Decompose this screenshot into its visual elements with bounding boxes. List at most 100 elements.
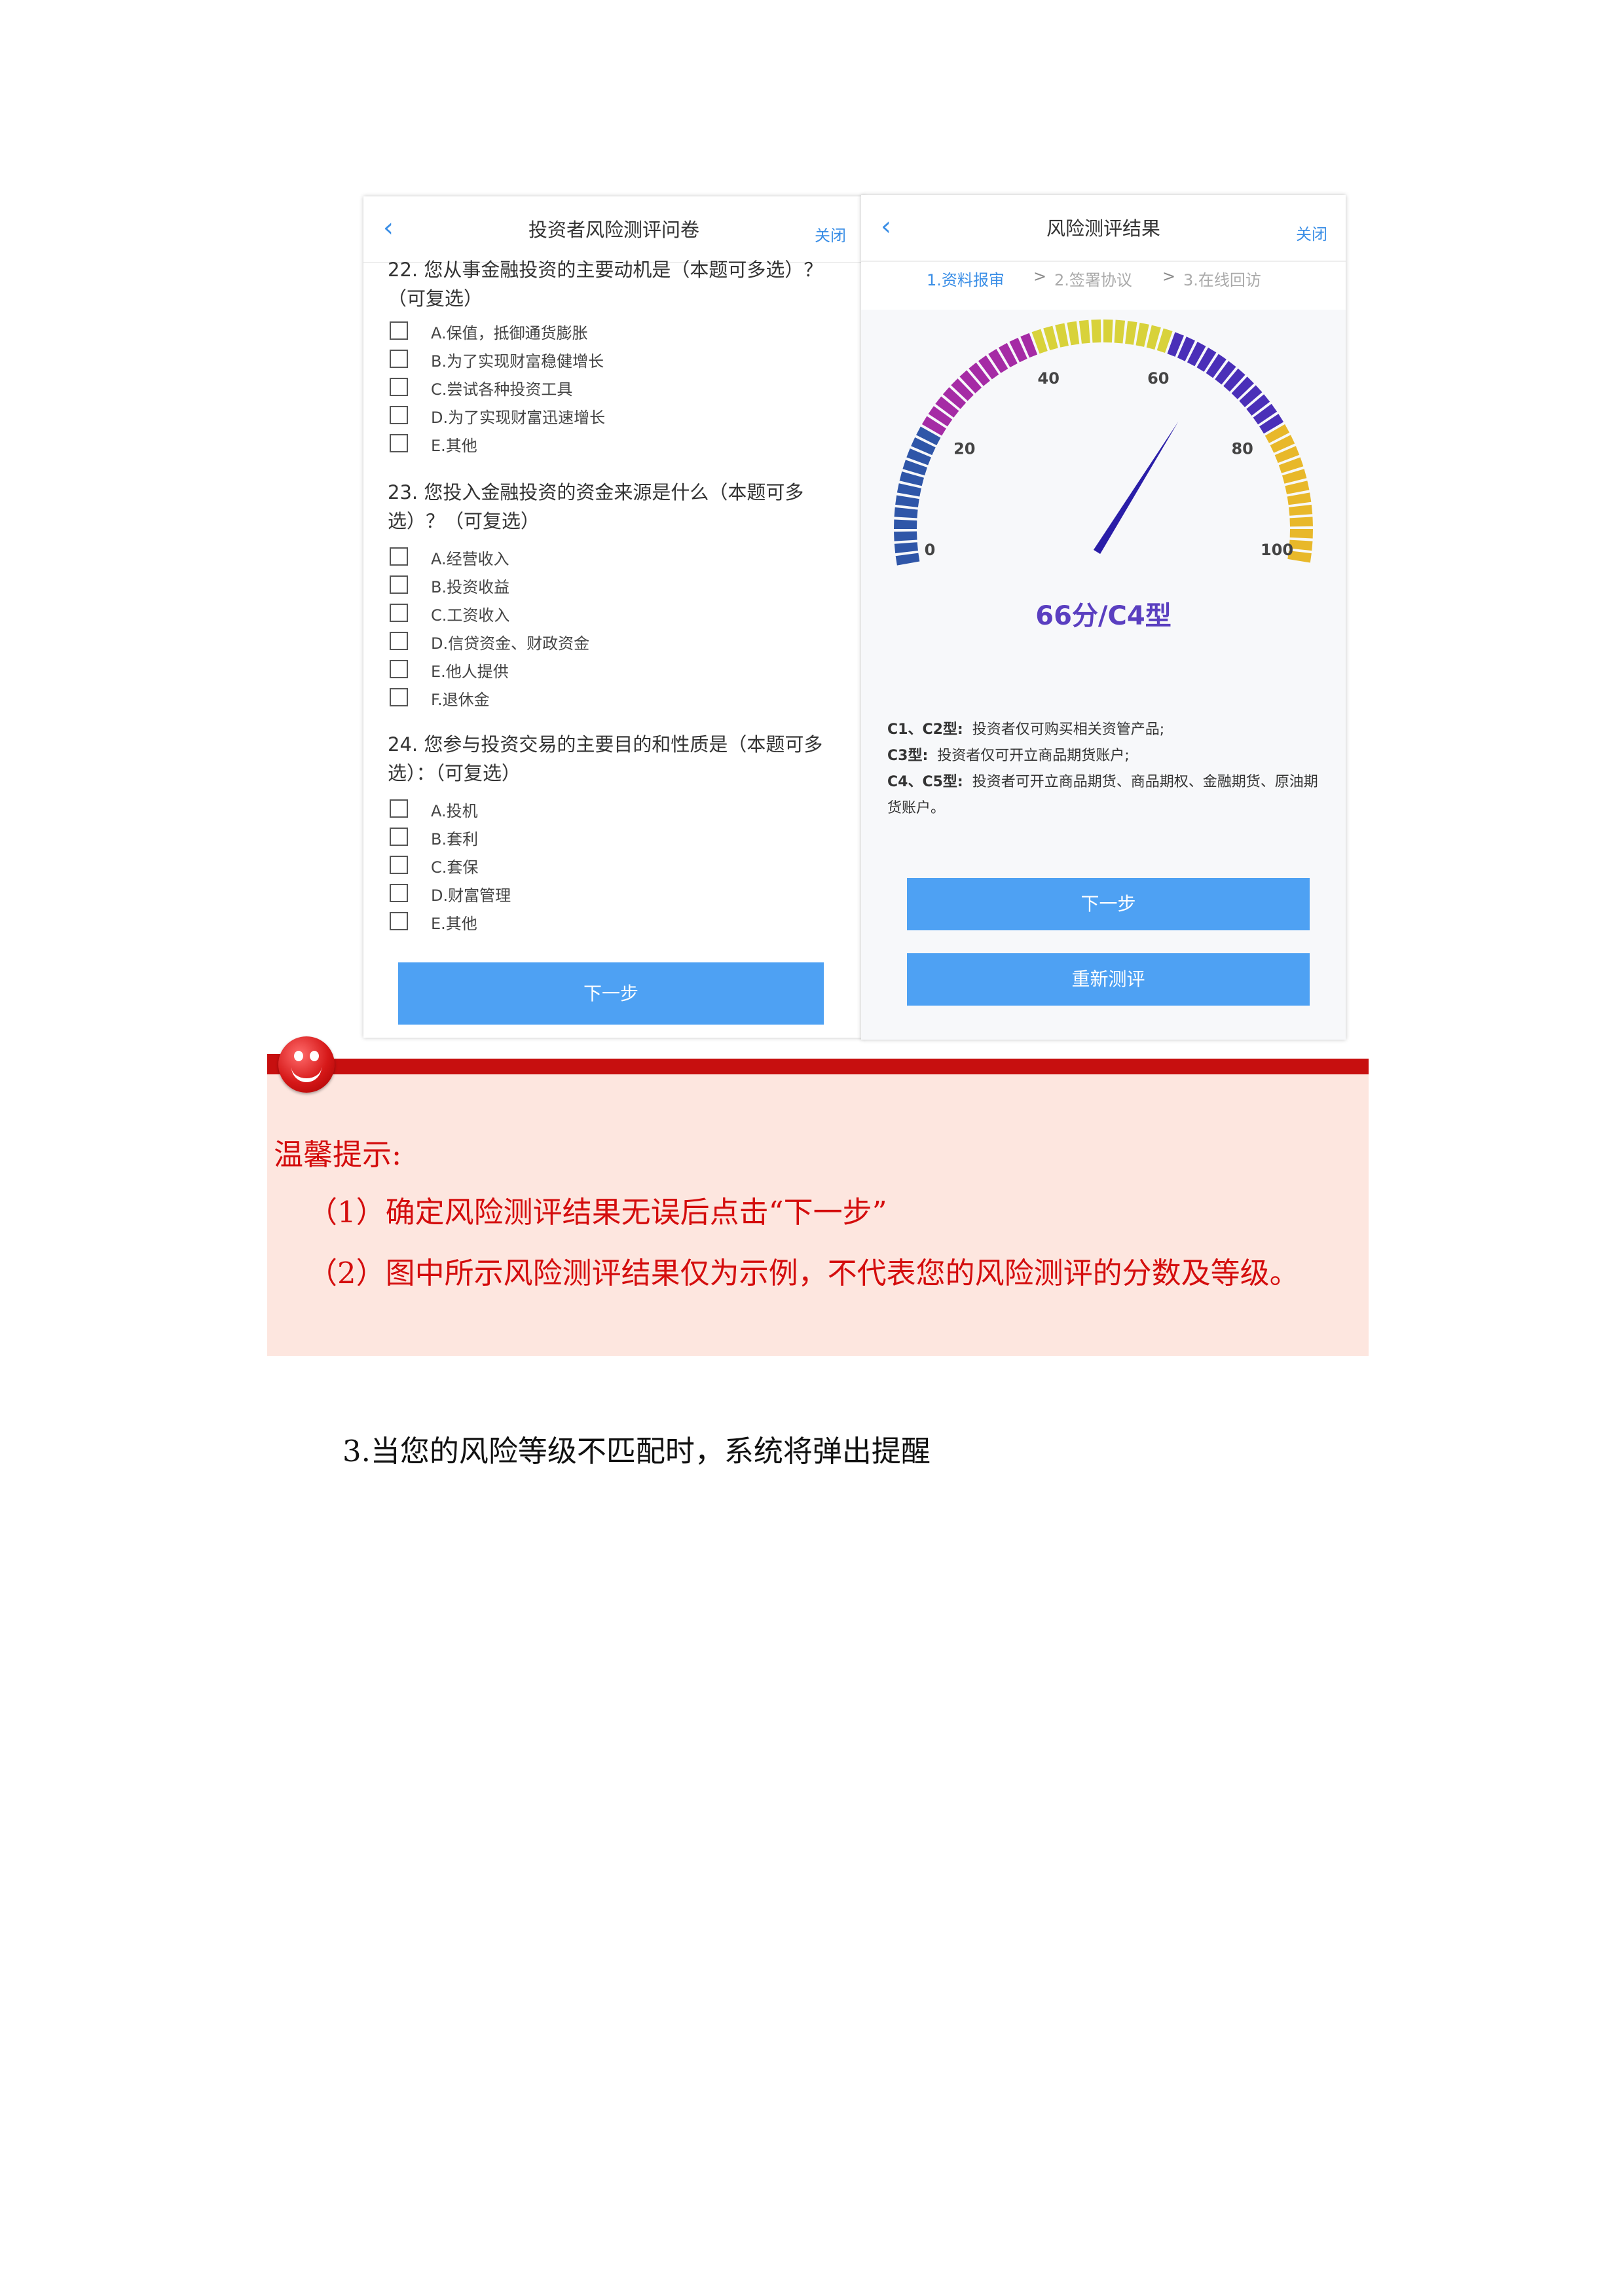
option-label: A.保值，抵御通货膨胀 (431, 324, 588, 342)
close-button[interactable]: 关闭 (1296, 221, 1327, 244)
smiley-eye (310, 1051, 319, 1061)
option-checkbox[interactable]: A.经营收入 (390, 543, 802, 572)
gauge-segment (1114, 319, 1126, 344)
option-label: D.信贷资金、财政资金 (431, 634, 590, 653)
gauge-segment (1067, 321, 1080, 346)
smiley-eye (294, 1051, 303, 1061)
level-desc-c3: C3型: 投资者仅可开立商品期货账户; (887, 743, 1326, 769)
nav-bar: ‹ 风险测评结果 关闭 (861, 195, 1346, 262)
checkbox-icon[interactable] (390, 856, 408, 874)
option-label: A.投机 (431, 802, 478, 820)
gauge-tick-label: 60 (1147, 369, 1169, 388)
level-label: C4、C5型: (887, 774, 963, 790)
tip-heading: 温馨提示: (274, 1137, 402, 1172)
step-arrow-icon: > (1033, 267, 1047, 285)
checkbox-icon[interactable] (390, 350, 408, 368)
step-1-active: 1.资料报审 (927, 271, 1005, 289)
gauge-segment (1055, 323, 1069, 348)
option-checkbox[interactable]: C.工资收入 (390, 600, 802, 628)
option-label: E.他人提供 (431, 663, 509, 681)
retest-button[interactable]: 重新测评 (907, 953, 1310, 1006)
gauge-segment (894, 531, 917, 541)
option-checkbox[interactable]: D.财富管理 (390, 880, 802, 908)
level-text: 投资者仅可开立商品期货账户; (937, 748, 1130, 764)
checkbox-icon[interactable] (390, 604, 408, 622)
gauge-segment (894, 507, 918, 519)
checkbox-icon[interactable] (390, 434, 408, 452)
option-checkbox[interactable]: E.其他 (390, 908, 802, 936)
progress-steps: 1.资料报审 > 2.签署协议 > 3.在线回访 (861, 261, 1346, 306)
gauge-segment (1103, 319, 1113, 343)
checkbox-icon[interactable] (390, 912, 408, 930)
next-step-button[interactable]: 下一步 (907, 878, 1310, 930)
step-arrow-icon: > (1162, 267, 1176, 285)
smiley-icon (278, 1036, 335, 1093)
gauge-needle (1093, 421, 1179, 555)
option-checkbox[interactable]: C.尝试各种投资工具 (390, 374, 802, 402)
level-label: C3型: (887, 748, 929, 764)
gauge-segment (894, 519, 917, 529)
checkbox-icon[interactable] (390, 799, 408, 818)
level-text: 投资者仅可购买相关资管产品; (972, 721, 1165, 738)
gauge-segment (1079, 319, 1090, 344)
option-checkbox[interactable]: F.退休金 (390, 684, 802, 712)
score-result: 66分/C4型 (1035, 601, 1172, 631)
option-checkbox[interactable]: B.为了实现财富稳健增长 (390, 346, 802, 374)
option-label: A.经营收入 (431, 550, 509, 568)
checkbox-icon[interactable] (390, 378, 408, 396)
option-checkbox[interactable]: B.投资收益 (390, 572, 802, 600)
option-checkbox[interactable]: C.套保 (390, 852, 802, 880)
gauge-segment (1125, 321, 1137, 345)
checkbox-icon[interactable] (390, 575, 408, 594)
questionnaire-screenshot: ‹ 投资者风险测评问卷 关闭 22. 您从事金融投资的主要动机是（本题可多选）？… (363, 196, 864, 1038)
option-label: B.为了实现财富稳健增长 (431, 352, 604, 371)
option-checkbox[interactable]: B.套利 (390, 824, 802, 852)
gauge-segment (895, 553, 920, 566)
question-24: 24. 您参与投资交易的主要目的和性质是（本题可多选）：（可复选） (388, 733, 823, 784)
checkbox-icon[interactable] (390, 406, 408, 424)
gauge-segment (894, 542, 918, 554)
option-label: C.套保 (431, 858, 479, 877)
gauge-tick-label: 40 (1038, 369, 1060, 388)
gauge-segment (1287, 492, 1312, 505)
option-label: B.投资收益 (431, 578, 510, 596)
option-label: F.退休金 (431, 691, 490, 709)
gauge-segment (1289, 504, 1313, 516)
option-checkbox[interactable]: A.保值，抵御通货膨胀 (390, 318, 802, 346)
checkbox-icon[interactable] (390, 828, 408, 846)
gauge-tick-label: 20 (953, 440, 975, 458)
gauge-segment (1091, 319, 1101, 343)
option-checkbox[interactable]: D.信贷资金、财政资金 (390, 628, 802, 656)
question-23-options: A.经营收入 B.投资收益 C.工资收入 D.信贷资金、财政资金 E.他人提供 … (390, 543, 802, 712)
checkbox-icon[interactable] (390, 632, 408, 650)
option-checkbox[interactable]: A.投机 (390, 795, 802, 824)
gauge-tick-label: 100 (1261, 541, 1293, 559)
option-checkbox[interactable]: E.他人提供 (390, 656, 802, 684)
tip-line-1: （1）确定风险测评结果无误后点击“下一步” (308, 1195, 887, 1230)
level-label: C1、C2型: (887, 721, 963, 738)
option-checkbox[interactable]: D.为了实现财富迅速增长 (390, 402, 802, 430)
checkbox-icon[interactable] (390, 321, 408, 340)
checkbox-icon[interactable] (390, 884, 408, 902)
option-label: E.其他 (431, 437, 477, 455)
question-23: 23. 您投入金融投资的资金来源是什么（本题可多选）？（可复选） (388, 481, 804, 532)
close-button[interactable]: 关闭 (815, 223, 846, 246)
gauge-segment (1289, 529, 1313, 539)
gauge-segment (1135, 322, 1149, 347)
option-checkbox[interactable]: E.其他 (390, 430, 802, 458)
gauge-tick-label: 80 (1231, 440, 1253, 458)
gauge-segment (1289, 517, 1313, 527)
level-desc-c4c5: C4、C5型: 投资者可开立商品期货、商品期权、金融期货、原油期货账户。 (887, 769, 1326, 822)
checkbox-icon[interactable] (390, 688, 408, 706)
question-22-options: A.保值，抵御通货膨胀 B.为了实现财富稳健增长 C.尝试各种投资工具 D.为了… (390, 318, 802, 458)
next-step-button[interactable]: 下一步 (398, 962, 824, 1025)
option-label: D.财富管理 (431, 886, 511, 905)
option-label: D.为了实现财富迅速增长 (431, 409, 606, 427)
checkbox-icon[interactable] (390, 547, 408, 566)
option-label: C.工资收入 (431, 606, 510, 625)
page-title: 风险测评结果 (1046, 217, 1160, 240)
option-label: B.套利 (431, 830, 479, 848)
checkbox-icon[interactable] (390, 660, 408, 678)
gauge-segment (896, 483, 921, 497)
nav-bar: ‹ 投资者风险测评问卷 关闭 (363, 196, 864, 263)
